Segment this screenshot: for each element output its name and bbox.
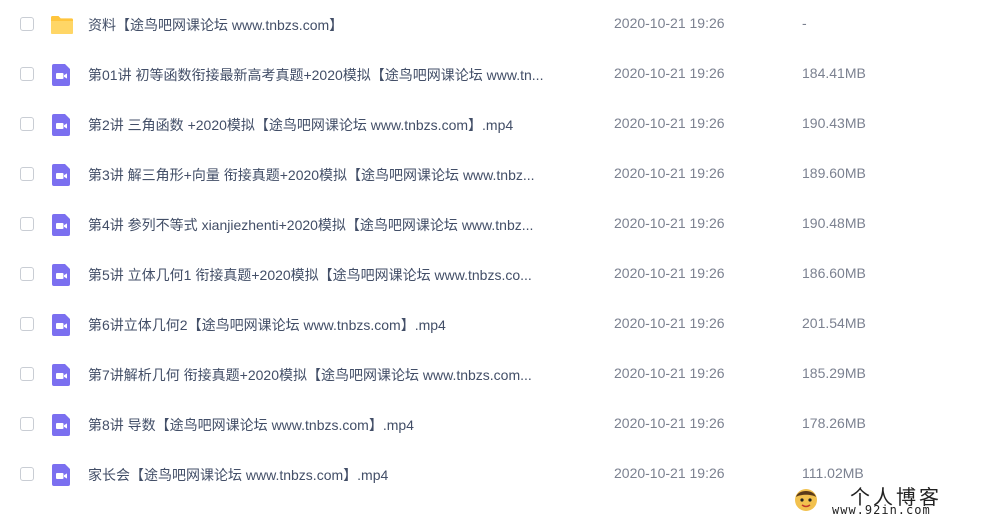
file-size: 184.41MB: [802, 65, 866, 81]
video-file-icon: [52, 164, 70, 186]
video-file-icon: [52, 264, 70, 286]
file-row[interactable]: 第2讲 三角函数 +2020模拟【途鸟吧网课论坛 www.tnbzs.com】.…: [0, 100, 984, 150]
video-file-icon: [52, 414, 70, 436]
video-file-icon: [52, 114, 70, 136]
watermark-url: www.92in.com: [832, 503, 931, 517]
modified-date: 2020-10-21 19:26: [614, 115, 725, 131]
file-size: 190.48MB: [802, 215, 866, 231]
mascot-logo-icon: [795, 489, 817, 511]
file-size: 190.43MB: [802, 115, 866, 131]
modified-date: 2020-10-21 19:26: [614, 315, 725, 331]
row-checkbox[interactable]: [20, 317, 34, 331]
file-list: 资料【途鸟吧网课论坛 www.tnbzs.com】 2020-10-21 19:…: [0, 0, 984, 500]
row-checkbox[interactable]: [20, 217, 34, 231]
file-name[interactable]: 第6讲立体几何2【途鸟吧网课论坛 www.tnbzs.com】.mp4: [88, 315, 593, 335]
file-row[interactable]: 第4讲 参列不等式 xianjiezhenti+2020模拟【途鸟吧网课论坛 w…: [0, 200, 984, 250]
row-checkbox[interactable]: [20, 17, 34, 31]
row-checkbox[interactable]: [20, 267, 34, 281]
modified-date: 2020-10-21 19:26: [614, 15, 725, 31]
file-name[interactable]: 第7讲解析几何 衔接真题+2020模拟【途鸟吧网课论坛 www.tnbzs.co…: [88, 365, 593, 385]
file-name[interactable]: 第3讲 解三角形+向量 衔接真题+2020模拟【途鸟吧网课论坛 www.tnbz…: [88, 165, 593, 185]
file-name[interactable]: 第2讲 三角函数 +2020模拟【途鸟吧网课论坛 www.tnbzs.com】.…: [88, 115, 593, 135]
file-name[interactable]: 第4讲 参列不等式 xianjiezhenti+2020模拟【途鸟吧网课论坛 w…: [88, 215, 593, 235]
video-file-icon: [52, 214, 70, 236]
file-name[interactable]: 资料【途鸟吧网课论坛 www.tnbzs.com】: [88, 15, 593, 35]
file-size: 186.60MB: [802, 265, 866, 281]
file-row[interactable]: 第6讲立体几何2【途鸟吧网课论坛 www.tnbzs.com】.mp4 2020…: [0, 300, 984, 350]
blog-watermark: 个人博客 www.92in.com: [792, 479, 984, 521]
row-checkbox[interactable]: [20, 167, 34, 181]
video-file-icon: [52, 464, 70, 486]
modified-date: 2020-10-21 19:26: [614, 165, 725, 181]
modified-date: 2020-10-21 19:26: [614, 365, 725, 381]
row-checkbox[interactable]: [20, 367, 34, 381]
modified-date: 2020-10-21 19:26: [614, 215, 725, 231]
file-row[interactable]: 第8讲 导数【途鸟吧网课论坛 www.tnbzs.com】.mp4 2020-1…: [0, 400, 984, 450]
file-name[interactable]: 第01讲 初等函数衔接最新高考真题+2020模拟【途鸟吧网课论坛 www.tn.…: [88, 65, 593, 85]
file-row[interactable]: 第3讲 解三角形+向量 衔接真题+2020模拟【途鸟吧网课论坛 www.tnbz…: [0, 150, 984, 200]
file-size: 201.54MB: [802, 315, 866, 331]
folder-icon: [51, 16, 73, 34]
row-checkbox[interactable]: [20, 467, 34, 481]
modified-date: 2020-10-21 19:26: [614, 265, 725, 281]
file-row[interactable]: 第01讲 初等函数衔接最新高考真题+2020模拟【途鸟吧网课论坛 www.tn.…: [0, 50, 984, 100]
row-checkbox[interactable]: [20, 67, 34, 81]
file-name[interactable]: 家长会【途鸟吧网课论坛 www.tnbzs.com】.mp4: [88, 465, 593, 485]
file-size: 185.29MB: [802, 365, 866, 381]
row-checkbox[interactable]: [20, 417, 34, 431]
modified-date: 2020-10-21 19:26: [614, 65, 725, 81]
video-file-icon: [52, 364, 70, 386]
row-checkbox[interactable]: [20, 117, 34, 131]
file-row[interactable]: 第5讲 立体几何1 衔接真题+2020模拟【途鸟吧网课论坛 www.tnbzs.…: [0, 250, 984, 300]
file-name[interactable]: 第5讲 立体几何1 衔接真题+2020模拟【途鸟吧网课论坛 www.tnbzs.…: [88, 265, 593, 285]
file-size: 189.60MB: [802, 165, 866, 181]
file-row[interactable]: 第7讲解析几何 衔接真题+2020模拟【途鸟吧网课论坛 www.tnbzs.co…: [0, 350, 984, 400]
file-name[interactable]: 第8讲 导数【途鸟吧网课论坛 www.tnbzs.com】.mp4: [88, 415, 593, 435]
video-file-icon: [52, 64, 70, 86]
file-row[interactable]: 资料【途鸟吧网课论坛 www.tnbzs.com】 2020-10-21 19:…: [0, 0, 984, 50]
modified-date: 2020-10-21 19:26: [614, 415, 725, 431]
file-size: 178.26MB: [802, 415, 866, 431]
file-size: -: [802, 15, 807, 31]
video-file-icon: [52, 314, 70, 336]
modified-date: 2020-10-21 19:26: [614, 465, 725, 481]
